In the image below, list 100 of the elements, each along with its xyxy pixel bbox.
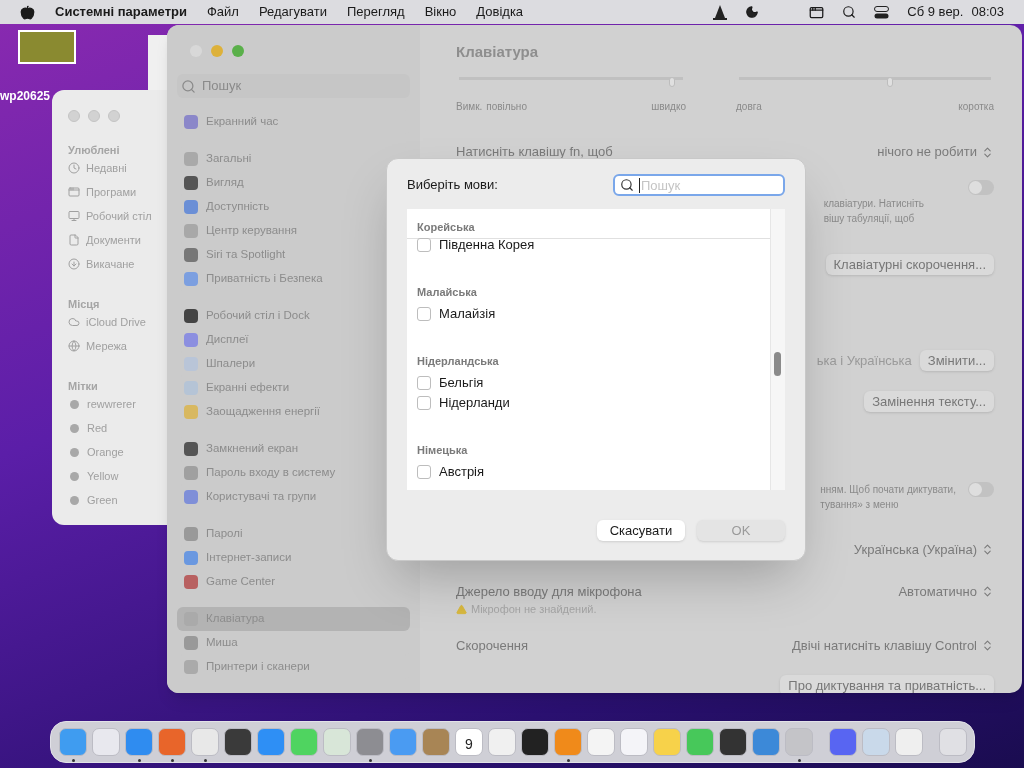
settings-icon (184, 152, 198, 166)
slider-thumb[interactable] (668, 77, 675, 87)
window-control[interactable] (68, 110, 80, 122)
sidebar-heading: Мітки (68, 379, 99, 392)
window-title: Клавіатура (456, 42, 540, 61)
sidebar-item[interactable]: Програми (86, 183, 137, 201)
microphone-popup[interactable]: Автоматично (898, 581, 994, 601)
text-replacement-button[interactable]: Замінення тексту... (864, 391, 994, 412)
language-option[interactable]: Нідерланди (407, 393, 770, 413)
shortcut-popup[interactable]: Двічі натисніть клавішу Control (792, 635, 994, 655)
menu-bar-clock[interactable]: 08:03 (971, 2, 1004, 22)
sidebar-item[interactable]: Red (87, 419, 108, 437)
language-option[interactable]: Малайзія (407, 304, 770, 324)
settings-icon (184, 224, 198, 238)
slider-track[interactable] (739, 77, 991, 87)
zoom-button[interactable] (232, 45, 244, 57)
settings-icon (184, 527, 198, 541)
setting-label: Натисніть клавішу fn, щоб (456, 143, 613, 162)
slider-track[interactable] (459, 77, 683, 87)
group-header: Німецька (416, 443, 469, 458)
settings-icon (184, 309, 198, 323)
scrollbar[interactable] (770, 209, 785, 490)
window-control[interactable] (108, 110, 120, 122)
settings-icon (184, 115, 198, 129)
sidebar-item[interactable]: Недавні (86, 159, 127, 177)
sidebar-item[interactable]: Робочий стіл (86, 207, 152, 225)
chevron-icon (981, 543, 994, 557)
settings-icon (184, 405, 198, 419)
sidebar-item[interactable]: Green (87, 491, 118, 509)
setting-description: нням. Щоб почати диктувати, (820, 483, 956, 497)
language-popup[interactable]: Українська (Україна) (853, 540, 994, 560)
moon-icon[interactable] (745, 5, 760, 19)
slider-thumb[interactable] (887, 77, 894, 87)
apple-icon[interactable] (20, 4, 35, 20)
menu-item[interactable]: Файл (206, 2, 239, 22)
shortcuts-button[interactable]: Клавіатурні скорочення... (825, 254, 994, 275)
checkbox[interactable] (417, 465, 431, 479)
search-icon (620, 178, 634, 192)
windows-icon[interactable] (809, 4, 825, 20)
dialog-title: Виберіть мови: (407, 176, 498, 195)
language-option[interactable]: Австрія (407, 462, 770, 482)
desktop-icon-label[interactable]: wp20625 (0, 87, 51, 105)
search-icon[interactable] (842, 5, 857, 19)
sidebar-item[interactable]: Мережа (86, 337, 127, 355)
settings-icon (184, 466, 198, 480)
search-field[interactable]: Пошук (613, 174, 785, 196)
settings-icon (184, 200, 198, 214)
checkbox[interactable] (417, 376, 431, 390)
settings-icon (184, 176, 198, 190)
settings-icon (184, 660, 198, 674)
app-menu[interactable]: Системні параметри (55, 2, 187, 22)
settings-icon (184, 636, 198, 650)
checkbox[interactable] (417, 238, 431, 252)
chevron-icon (981, 638, 994, 652)
minimize-button[interactable] (211, 45, 223, 57)
settings-icon (184, 248, 198, 262)
sidebar-icon (68, 340, 80, 352)
dialog-button[interactable]: Скасувати (597, 520, 685, 541)
sidebar-item[interactable]: Документи (86, 231, 141, 249)
menu-item[interactable]: Довідка (476, 2, 524, 22)
language-option[interactable]: Бельгія (407, 373, 770, 393)
setting-description: клавіатури. Натисніть (823, 197, 924, 211)
photo-placeholder[interactable] (18, 30, 76, 64)
traffic-cone-icon[interactable] (713, 4, 728, 20)
menu-item[interactable]: Редагувати (258, 2, 327, 22)
edit-button[interactable]: Змінити... (919, 350, 994, 371)
sidebar-heading: Місця (68, 297, 101, 310)
search-field[interactable]: Пошук (177, 74, 410, 98)
setting-label: Скорочення (456, 636, 529, 655)
fn-key-popup[interactable]: нічого не робити (877, 142, 994, 162)
checkbox[interactable] (417, 396, 431, 410)
sidebar-icon (68, 186, 80, 198)
sidebar-item[interactable]: Yellow (87, 467, 119, 485)
settings-icon (184, 551, 198, 565)
sidebar-icon (68, 162, 80, 174)
slider-label: коротка (958, 100, 994, 114)
sidebar-icon (68, 316, 80, 328)
sidebar-item[interactable]: Orange (87, 443, 124, 461)
sidebar-icon (68, 258, 80, 270)
slider-label: швидко (651, 100, 686, 114)
settings-icon (184, 272, 198, 286)
window-control[interactable] (88, 110, 100, 122)
menu-bar-date[interactable]: Сб 9 вер. (907, 2, 964, 22)
chevron-icon (981, 584, 994, 598)
group-header: Нідерландська (416, 354, 500, 369)
checkbox[interactable] (417, 307, 431, 321)
sidebar-item[interactable]: Викачане (86, 255, 135, 273)
sidebar-item[interactable]: iCloud Drive (86, 313, 146, 331)
settings-icon (184, 442, 198, 456)
menu-item[interactable]: Перегляд (346, 2, 405, 22)
control-center-icon[interactable] (874, 5, 890, 19)
sidebar-heading: Улюблені (68, 143, 121, 156)
menu-item[interactable]: Вікно (424, 2, 457, 22)
toggle-switch[interactable] (968, 482, 994, 497)
privacy-button[interactable]: Про диктування та приватність... (780, 675, 994, 693)
slider-label: довга (736, 100, 762, 114)
toggle-switch[interactable] (968, 180, 994, 195)
sidebar-item[interactable]: rewwrerer (87, 395, 136, 413)
slider-label: Вимк. (456, 100, 483, 114)
settings-icon (184, 333, 198, 347)
